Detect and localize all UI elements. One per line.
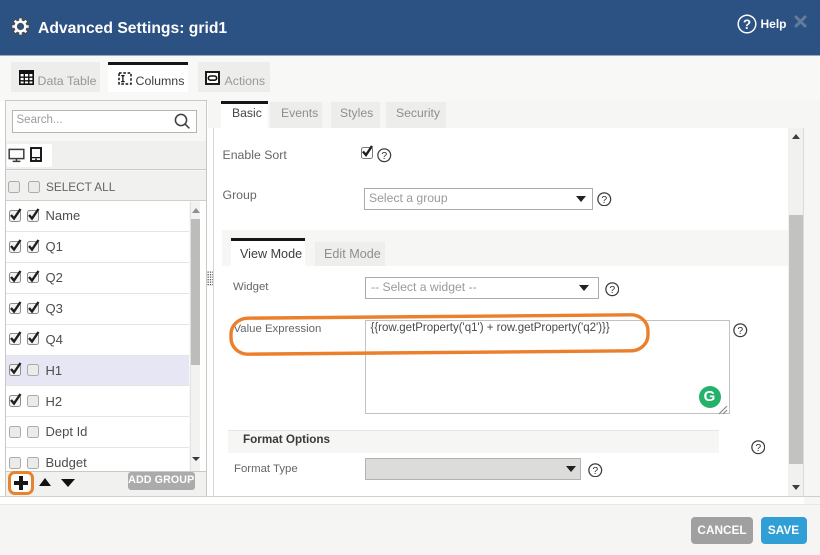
svg-text:?: ? (601, 195, 607, 206)
svg-text:?: ? (755, 443, 761, 454)
svg-text:?: ? (592, 466, 598, 477)
svg-text:?: ? (381, 151, 387, 162)
svg-text:?: ? (609, 285, 615, 296)
svg-text:?: ? (737, 326, 743, 337)
svg-text:?: ? (743, 17, 751, 32)
